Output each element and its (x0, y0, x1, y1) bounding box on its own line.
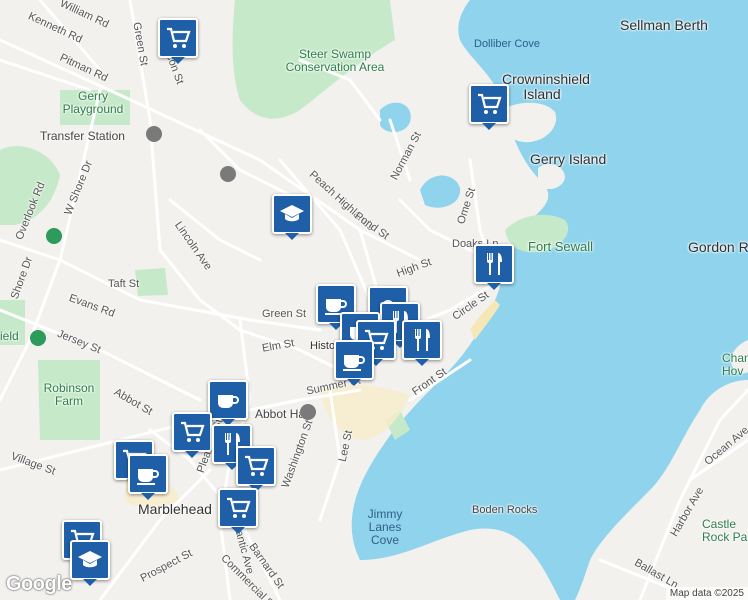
label-transfer-station: Transfer Station (40, 129, 125, 143)
marker-cafe-icon[interactable] (208, 380, 248, 426)
marker-restaurant-icon[interactable] (474, 244, 514, 290)
pond-2 (420, 175, 461, 208)
label-park-ield: ield (0, 329, 19, 343)
park-icon[interactable] (30, 330, 46, 346)
marker-restaurant-icon[interactable] (402, 320, 442, 366)
label-gerry-playground: Gerry Playground (62, 89, 124, 117)
street-green-st: Green St (262, 308, 307, 320)
marker-shopping-cart-icon[interactable] (158, 18, 198, 64)
label-marblehead: Marblehead (138, 501, 212, 517)
label-robinson-farm: Robinson Farm (43, 381, 95, 409)
label-boden-rocks: Boden Rocks (472, 504, 538, 516)
school-icon[interactable] (220, 166, 236, 182)
marker-shopping-cart-icon[interactable] (236, 446, 276, 492)
label-jimmy-lanes-cove: Jimmy Lanes Cove (367, 507, 403, 548)
marker-shopping-cart-icon[interactable] (218, 488, 258, 534)
park-tree-icon[interactable] (46, 228, 62, 244)
label-dolliber-cove: Dolliber Cove (474, 38, 541, 50)
museum-icon[interactable] (300, 404, 316, 420)
label-gerry-island: Gerry Island (530, 151, 607, 167)
marker-shopping-cart-icon[interactable] (469, 84, 509, 130)
marker-school-icon[interactable] (272, 194, 312, 240)
marker-cafe-icon[interactable] (334, 340, 374, 386)
marker-cafe-icon[interactable] (128, 454, 168, 500)
marker-school-icon[interactable] (70, 540, 110, 586)
label-chandler: Chandler Hov (722, 351, 748, 379)
label-gordon: Gordon R (688, 239, 748, 255)
label-sellman-berth: Sellman Berth (620, 17, 708, 33)
label-crowninshield-island: Crowninshield Island (502, 71, 590, 103)
google-logo: Google (6, 573, 72, 595)
map-attribution[interactable]: Map data ©2025 (665, 587, 748, 600)
park-small (135, 268, 168, 296)
marker-shopping-cart-icon[interactable] (172, 412, 212, 458)
pond-1 (380, 102, 411, 133)
street-taft-st: Taft St (108, 278, 140, 290)
government-building-icon[interactable] (146, 126, 162, 142)
label-steer-swamp: Steer Swamp Conservation Area (285, 47, 385, 75)
label-castle-rock: Castle Rock Pa (702, 517, 748, 545)
label-fort-sewall: Fort Sewall (528, 239, 594, 254)
map-canvas[interactable]: Sellman Berth Dolliber Cove Crowninshiel… (0, 0, 748, 600)
